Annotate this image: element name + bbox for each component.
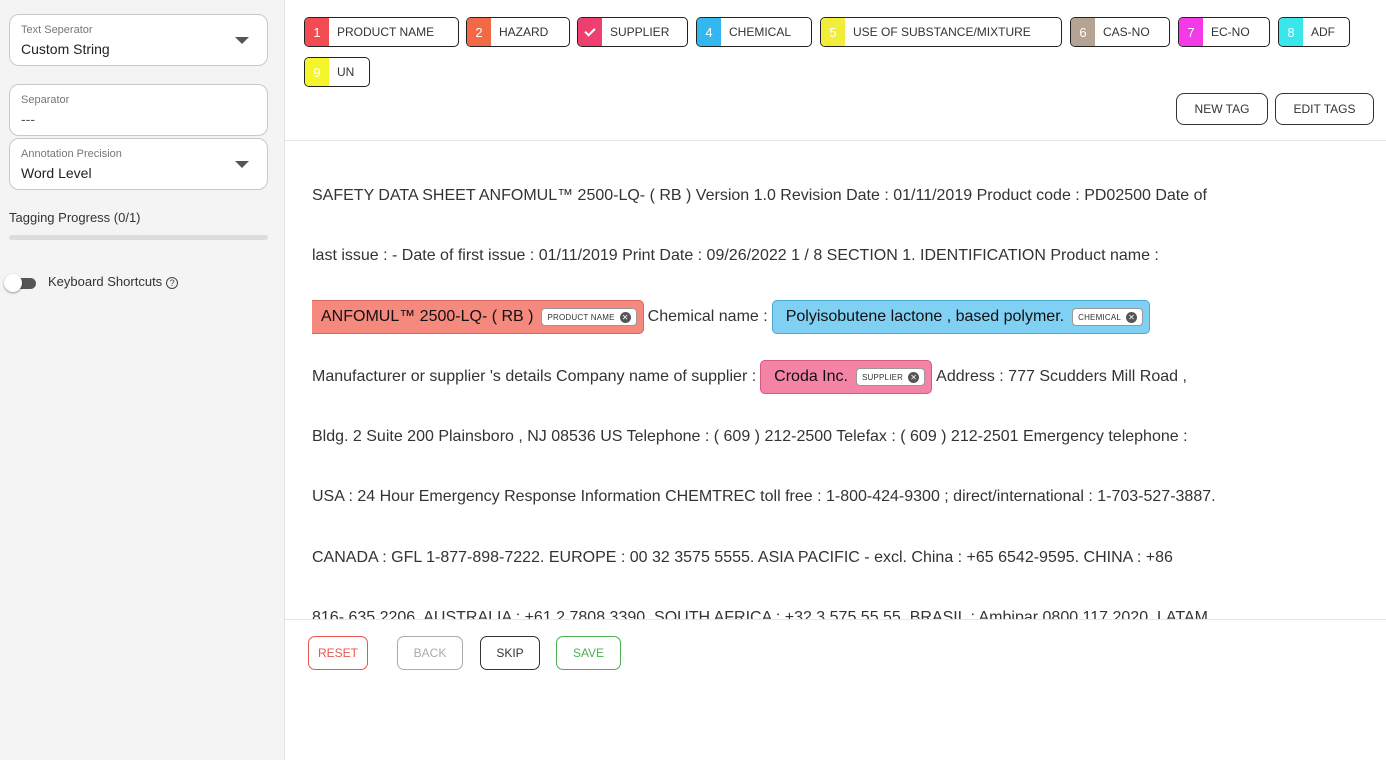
edit-tags-button[interactable]: EDIT TAGS <box>1275 93 1374 125</box>
tag-adf[interactable]: 8 ADF <box>1278 17 1350 47</box>
doc-line: SAFETY DATA SHEET ANFOMUL™ 2500-LQ- ( RB… <box>312 187 1207 204</box>
annotation-chemical[interactable]: Polyisobutene lactone , based polymer. C… <box>771 300 1151 334</box>
tag-ec-no[interactable]: 7 EC-NO <box>1178 17 1270 47</box>
document-text: SAFETY DATA SHEET ANFOMUL™ 2500-LQ- ( RB… <box>312 178 1376 619</box>
doc-line: Manufacturer or supplier 's details Comp… <box>312 359 1187 395</box>
keyboard-shortcuts-toggle[interactable] <box>4 274 36 292</box>
tag-hazard[interactable]: 2 HAZARD <box>466 17 570 47</box>
tag-label: PRODUCT NAME <box>337 25 435 39</box>
annotation-precision-select[interactable]: Annotation Precision Word Level <box>9 138 268 190</box>
annotation-tag-chip: CHEMICAL ✕ <box>1072 308 1144 326</box>
doc-text: Manufacturer or supplier 's details Comp… <box>312 368 757 385</box>
separator-field[interactable]: Separator --- <box>9 84 268 136</box>
tag-supplier[interactable]: SUPPLIER <box>577 17 688 47</box>
tag-cas-no[interactable]: 6 CAS-NO <box>1070 17 1170 47</box>
tag-label: UN <box>337 65 355 79</box>
tag-label: CAS-NO <box>1103 25 1150 39</box>
tag-number: 7 <box>1179 18 1203 46</box>
checkmark-icon <box>578 18 602 46</box>
chevron-down-icon[interactable] <box>235 161 249 168</box>
annotation-precision-label: Annotation Precision <box>21 148 122 160</box>
help-icon[interactable]: ? <box>166 277 179 289</box>
text-separator-value: Custom String <box>21 41 110 57</box>
chevron-down-icon[interactable] <box>235 37 249 44</box>
tag-number: 4 <box>697 18 721 46</box>
sidebar: Text Seperator Custom String Separator -… <box>0 0 285 760</box>
doc-line: CANADA : GFL 1-877-898-7222. EUROPE : 00… <box>312 549 1173 566</box>
remove-annotation-icon[interactable]: ✕ <box>1126 311 1138 323</box>
doc-line: Bldg. 2 Suite 200 Plainsboro , NJ 08536 … <box>312 428 1188 445</box>
divider <box>285 619 1386 620</box>
annotation-app: Text Seperator Custom String Separator -… <box>0 0 1386 760</box>
toggle-knob <box>4 274 22 292</box>
reset-button[interactable]: RESET <box>308 636 368 670</box>
save-button[interactable]: SAVE <box>556 636 621 670</box>
doc-text: Chemical name : <box>647 308 768 325</box>
annotation-text: Croda Inc. <box>774 368 848 385</box>
doc-line: 816- 635 2206. AUSTRALIA : +61 2 7808 33… <box>312 609 1208 619</box>
annotation-tag-chip: SUPPLIER ✕ <box>855 368 926 386</box>
tag-number: 9 <box>305 58 329 86</box>
doc-line: USA : 24 Hour Emergency Response Informa… <box>312 488 1216 505</box>
tag-label: HAZARD <box>499 25 549 39</box>
remove-annotation-icon[interactable]: ✕ <box>908 371 920 383</box>
separator-label: Separator <box>21 94 70 106</box>
annotation-tag-label: PRODUCT NAME <box>547 312 615 322</box>
tag-label: USE OF SUBSTANCE/MIXTURE <box>853 25 1031 39</box>
tag-label: EC-NO <box>1211 25 1250 39</box>
tag-product-name[interactable]: 1 PRODUCT NAME <box>304 17 459 47</box>
tag-label: SUPPLIER <box>610 25 670 39</box>
annotation-tag-chip: PRODUCT NAME ✕ <box>541 308 637 326</box>
tag-number: 1 <box>305 18 329 46</box>
annotation-text: Polyisobutene lactone , based polymer. <box>785 308 1065 325</box>
separator-value: --- <box>21 111 35 127</box>
tag-label: CHEMICAL <box>729 25 792 39</box>
back-button[interactable]: BACK <box>397 636 463 670</box>
annotation-precision-value: Word Level <box>21 165 92 181</box>
remove-annotation-icon[interactable]: ✕ <box>619 311 631 323</box>
tag-use-of-substance[interactable]: 5 USE OF SUBSTANCE/MIXTURE <box>820 17 1062 47</box>
tag-number: 5 <box>821 18 845 46</box>
text-separator-select[interactable]: Text Seperator Custom String <box>9 14 268 66</box>
text-separator-label: Text Seperator <box>21 24 93 36</box>
divider <box>285 140 1386 141</box>
tagging-progress-bar <box>9 235 268 240</box>
tagging-progress-label: Tagging Progress (0/1) <box>9 210 141 225</box>
keyboard-shortcuts-text: Keyboard Shortcuts <box>48 274 163 289</box>
doc-text: Address : 777 Scudders Mill Road , <box>936 368 1187 385</box>
annotation-text: ANFOMUL™ 2500-LQ- ( RB ) <box>321 308 534 325</box>
annotation-product-name[interactable]: ANFOMUL™ 2500-LQ- ( RB ) PRODUCT NAME ✕ <box>312 300 644 334</box>
annotation-supplier[interactable]: Croda Inc. SUPPLIER ✕ <box>760 360 933 394</box>
tag-label: ADF <box>1311 25 1335 39</box>
tag-number: 8 <box>1279 18 1303 46</box>
tag-un[interactable]: 9 UN <box>304 57 370 87</box>
doc-line: ANFOMUL™ 2500-LQ- ( RB ) PRODUCT NAME ✕ C… <box>312 299 1154 335</box>
annotation-tag-label: SUPPLIER <box>861 372 904 382</box>
skip-button[interactable]: SKIP <box>480 636 540 670</box>
tag-number: 6 <box>1071 18 1095 46</box>
tag-chemical[interactable]: 4 CHEMICAL <box>696 17 812 47</box>
annotation-tag-label: CHEMICAL <box>1078 312 1122 322</box>
tag-number: 2 <box>467 18 491 46</box>
new-tag-button[interactable]: NEW TAG <box>1176 93 1268 125</box>
keyboard-shortcuts-label: Keyboard Shortcuts? <box>48 274 179 289</box>
doc-line: last issue : - Date of first issue : 01/… <box>312 247 1159 264</box>
